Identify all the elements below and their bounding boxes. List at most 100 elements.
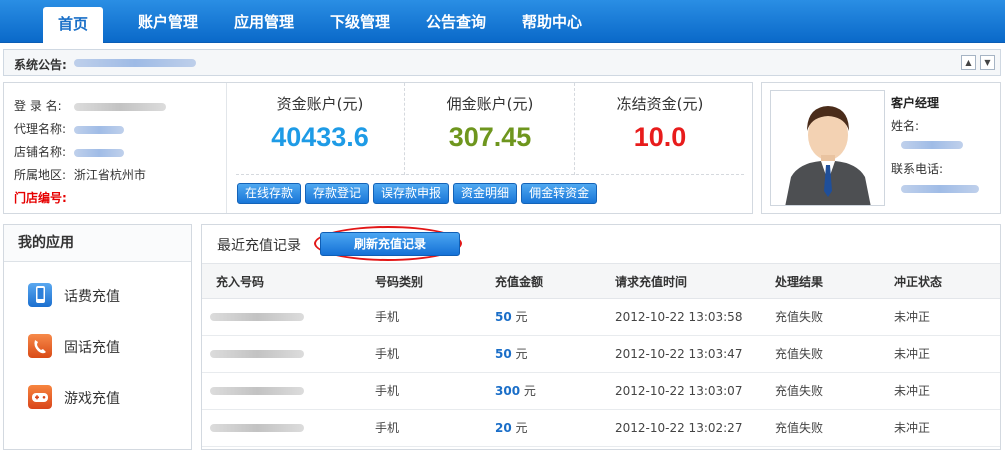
number-redacted [210, 313, 304, 321]
table-row[interactable]: 手机 50 元 2012-10-22 13:03:47 充值失败 未冲正 [202, 336, 1000, 373]
amount-value: 300 [495, 384, 521, 398]
table-row[interactable]: 手机 300 元 2012-10-22 13:03:07 充值失败 未冲正 [202, 373, 1000, 410]
fund-account: 资金账户(元) 40433.6 [236, 83, 404, 175]
recent-recharge-records: 最近充值记录 刷新充值记录 充入号码 号码类别 充值金额 请求充值时间 处理结果… [201, 224, 1001, 450]
result: 充值失败 [775, 310, 824, 324]
amount-value: 50 [495, 347, 512, 361]
request-time: 2012-10-22 13:03:47 [615, 347, 743, 361]
my-apps-panel: 我的应用 话费充值 固话充值 游戏充值 [3, 224, 192, 450]
number-type: 手机 [375, 310, 400, 324]
region-value: 浙江省杭州市 [73, 168, 146, 182]
app-game-recharge-label: 游戏充值 [64, 391, 120, 407]
shop-name-value-redacted [74, 149, 124, 157]
person-avatar-icon [785, 106, 871, 205]
notice-up-arrow-icon[interactable]: ▲ [961, 55, 976, 70]
account-divider [226, 83, 227, 213]
my-apps-title: 我的应用 [4, 225, 191, 262]
nav-account-management[interactable]: 账户管理 [138, 10, 198, 34]
gamepad-icon [28, 385, 52, 409]
number-type: 手机 [375, 347, 400, 361]
shop-name-label: 店铺名称: [14, 145, 67, 159]
account-manager-card: 客户经理 姓名: 联系电话: [761, 82, 1001, 214]
request-time: 2012-10-22 13:03:58 [615, 310, 743, 324]
agent-name-row: 代理名称: [14, 118, 224, 141]
region-label: 所属地区: [14, 168, 67, 182]
nav-subordinate-management[interactable]: 下级管理 [330, 10, 390, 34]
table-header: 充入号码 号码类别 充值金额 请求充值时间 处理结果 冲正状态 [202, 263, 1000, 299]
nav-app-management[interactable]: 应用管理 [234, 10, 294, 34]
reversal-status: 未冲正 [894, 384, 931, 398]
fund-divider [574, 83, 575, 175]
nav-announcement-query[interactable]: 公告查询 [426, 10, 486, 34]
account-panel: 登 录 名: 代理名称: 店铺名称: 所属地区: 浙江省杭州市 门店编号: 资金… [3, 82, 753, 214]
col-number: 充入号码 [216, 275, 265, 289]
amount-unit: 元 [515, 421, 528, 435]
amount-unit: 元 [515, 347, 528, 361]
login-name-value-redacted [74, 103, 166, 111]
col-result: 处理结果 [775, 275, 824, 289]
table-row[interactable]: 手机 20 元 2012-10-22 13:02:27 充值失败 未冲正 [202, 410, 1000, 447]
deposit-register-button[interactable]: 存款登记 [305, 183, 370, 204]
refresh-records-button[interactable]: 刷新充值记录 [320, 232, 460, 256]
result: 充值失败 [775, 384, 824, 398]
commission-account-label: 佣金账户(元) [446, 95, 534, 113]
records-title: 最近充值记录 [217, 238, 301, 254]
reversal-status: 未冲正 [894, 310, 931, 324]
manager-phone-label: 联系电话: [891, 162, 944, 176]
login-name-row: 登 录 名: [14, 95, 224, 118]
store-number-label: 门店编号: [14, 191, 67, 205]
number-redacted [210, 350, 304, 358]
app-phone-recharge-label: 话费充值 [64, 289, 120, 305]
manager-avatar [770, 90, 885, 206]
manager-title: 客户经理 [891, 96, 940, 110]
shop-name-row: 店铺名称: [14, 141, 224, 164]
number-redacted [210, 387, 304, 395]
nav-home[interactable]: 首页 [43, 7, 103, 43]
request-time: 2012-10-22 13:03:07 [615, 384, 743, 398]
manager-name-label: 姓名: [891, 119, 920, 133]
fund-details-button[interactable]: 资金明细 [453, 183, 518, 204]
request-time: 2012-10-22 13:02:27 [615, 421, 743, 435]
notice-text-redacted [74, 59, 196, 67]
top-nav: 首页 账户管理 应用管理 下级管理 公告查询 帮助中心 [0, 0, 1005, 43]
col-request-time: 请求充值时间 [615, 275, 688, 289]
online-deposit-button[interactable]: 在线存款 [237, 183, 302, 204]
manager-name-redacted [901, 141, 963, 149]
number-type: 手机 [375, 421, 400, 435]
amount-value: 50 [495, 310, 512, 324]
login-name-label: 登 录 名: [14, 99, 62, 113]
fund-divider [404, 83, 405, 175]
region-row: 所属地区: 浙江省杭州市 [14, 164, 224, 187]
landline-icon [28, 334, 52, 358]
store-number-row: 门店编号: [14, 187, 224, 210]
col-amount: 充值金额 [495, 275, 544, 289]
col-reversal: 冲正状态 [894, 275, 943, 289]
notice-label: 系统公告: [14, 58, 67, 72]
number-redacted [210, 424, 304, 432]
reversal-status: 未冲正 [894, 347, 931, 361]
frozen-funds-label: 冻结资金(元) [616, 95, 704, 113]
commission-account-value: 307.45 [448, 122, 532, 152]
records-table: 充入号码 号码类别 充值金额 请求充值时间 处理结果 冲正状态 手机 50 元 … [202, 263, 1000, 447]
amount-unit: 元 [523, 384, 536, 398]
phone-icon [28, 283, 52, 307]
nav-help-center[interactable]: 帮助中心 [522, 10, 582, 34]
frozen-funds: 冻结资金(元) 10.0 [576, 83, 744, 175]
fund-bottom-divider [236, 174, 744, 175]
result: 充值失败 [775, 421, 824, 435]
fund-account-value: 40433.6 [271, 122, 369, 152]
commission-to-funds-button[interactable]: 佣金转资金 [521, 183, 598, 204]
manager-phone-redacted [901, 185, 979, 193]
commission-account: 佣金账户(元) 307.45 [406, 83, 574, 175]
account-actions: 在线存款 存款登记 误存款申报 资金明细 佣金转资金 [237, 183, 601, 204]
amount-value: 20 [495, 421, 512, 435]
account-info: 登 录 名: 代理名称: 店铺名称: 所属地区: 浙江省杭州市 门店编号: [14, 95, 224, 210]
notice-down-arrow-icon[interactable]: ▼ [980, 55, 995, 70]
wrong-deposit-report-button[interactable]: 误存款申报 [373, 183, 450, 204]
frozen-funds-value: 10.0 [633, 122, 687, 152]
result: 充值失败 [775, 347, 824, 361]
reversal-status: 未冲正 [894, 421, 931, 435]
app-landline-recharge-label: 固话充值 [64, 340, 120, 356]
table-row[interactable]: 手机 50 元 2012-10-22 13:03:58 充值失败 未冲正 [202, 299, 1000, 336]
system-notice-bar: 系统公告: ▲ ▼ [3, 49, 1001, 76]
